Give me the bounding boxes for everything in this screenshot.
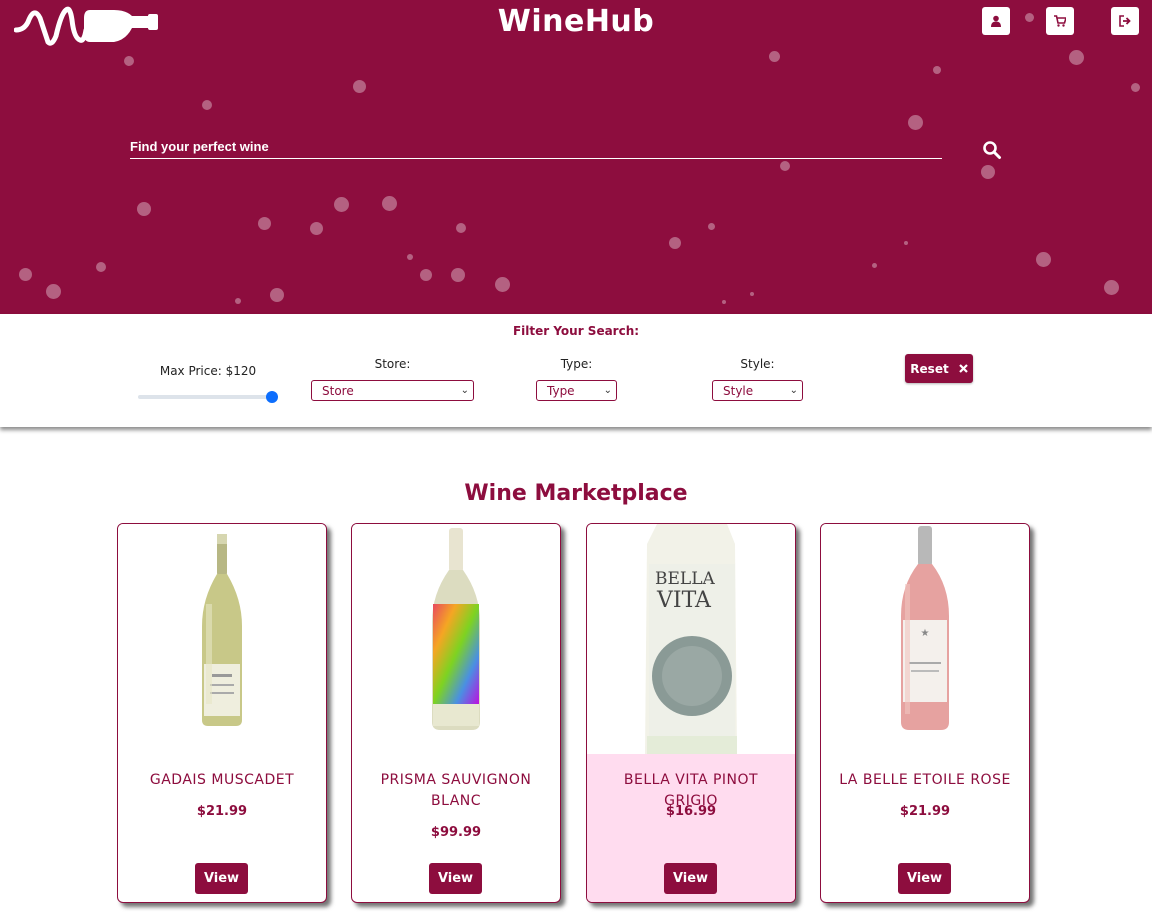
type-select-value: Type (547, 383, 575, 398)
user-icon (991, 15, 1001, 27)
store-select[interactable]: Store ⌄ (311, 380, 474, 401)
view-button[interactable]: View (664, 863, 717, 894)
wine-card[interactable]: ★ LA BELLE ETOILE ROSE $21.99 View (820, 523, 1030, 903)
profile-button[interactable] (982, 7, 1010, 35)
reset-button-label: Reset (910, 361, 949, 376)
max-price-slider[interactable] (138, 395, 272, 399)
wine-name: GADAIS MUSCADET (149, 772, 295, 788)
card-body: BELLA VITA PINOT GRIGIO $16.99 View (587, 754, 795, 902)
wine-name: LA BELLE ETOILE ROSE (839, 772, 1011, 788)
hero-header: WineHub (0, 0, 1152, 314)
cart-button[interactable] (1046, 7, 1074, 35)
max-price-slider-thumb[interactable] (266, 391, 278, 403)
cart-icon (1054, 15, 1066, 27)
style-select[interactable]: Style ⌄ (712, 380, 803, 401)
wine-price: $16.99 (665, 804, 717, 819)
type-select[interactable]: Type ⌄ (536, 380, 617, 401)
wine-card[interactable]: GADAIS MUSCADET $21.99 View (117, 523, 327, 903)
view-button[interactable]: View (898, 863, 951, 894)
filter-title: Filter Your Search: (512, 324, 640, 338)
logout-icon (1119, 15, 1131, 27)
wine-price: $99.99 (430, 825, 482, 840)
card-body: PRISMA SAUVIGNON BLANC $99.99 View (352, 754, 560, 902)
wine-name: PRISMA SAUVIGNON BLANC (380, 772, 532, 809)
store-select-value: Store (322, 383, 354, 398)
type-label: Type: (560, 357, 593, 371)
svg-text:VITA: VITA (656, 588, 712, 613)
wine-card[interactable]: BELLA VITA BELLA VITA PINOT GRIGIO $16.9… (586, 523, 796, 903)
chevron-down-icon: ⌄ (603, 385, 612, 396)
chevron-down-icon: ⌄ (460, 385, 469, 396)
logout-button[interactable] (1111, 7, 1139, 35)
wine-image[interactable]: BELLA VITA (587, 524, 795, 754)
wine-price: $21.99 (196, 804, 248, 819)
reset-button[interactable]: Reset (905, 354, 973, 383)
style-select-value: Style (723, 383, 754, 398)
search-input[interactable] (130, 136, 942, 157)
close-icon (958, 364, 968, 373)
card-body: LA BELLE ETOILE ROSE $21.99 View (821, 754, 1029, 902)
filter-bar: Filter Your Search: Max Price: $120 Stor… (0, 314, 1152, 427)
style-label: Style: (740, 357, 775, 371)
max-price-label: Max Price: $120 (159, 364, 257, 378)
svg-text:BELLA: BELLA (655, 569, 715, 589)
wine-image[interactable]: ★ (821, 524, 1029, 754)
wine-image[interactable] (352, 524, 560, 754)
chevron-down-icon: ⌄ (789, 385, 798, 396)
view-button[interactable]: View (429, 863, 482, 894)
search-icon[interactable] (982, 140, 1002, 160)
wine-image[interactable] (118, 524, 326, 754)
wine-card[interactable]: PRISMA SAUVIGNON BLANC $99.99 View (351, 523, 561, 903)
view-button[interactable]: View (195, 863, 248, 894)
store-label: Store: (374, 357, 411, 371)
marketplace-title: Wine Marketplace (464, 481, 688, 506)
search-bar (130, 136, 942, 159)
brand-title[interactable]: WineHub (0, 4, 1152, 39)
svg-text:★: ★ (921, 628, 930, 639)
card-body: GADAIS MUSCADET $21.99 View (118, 754, 326, 902)
wine-price: $21.99 (899, 804, 951, 819)
